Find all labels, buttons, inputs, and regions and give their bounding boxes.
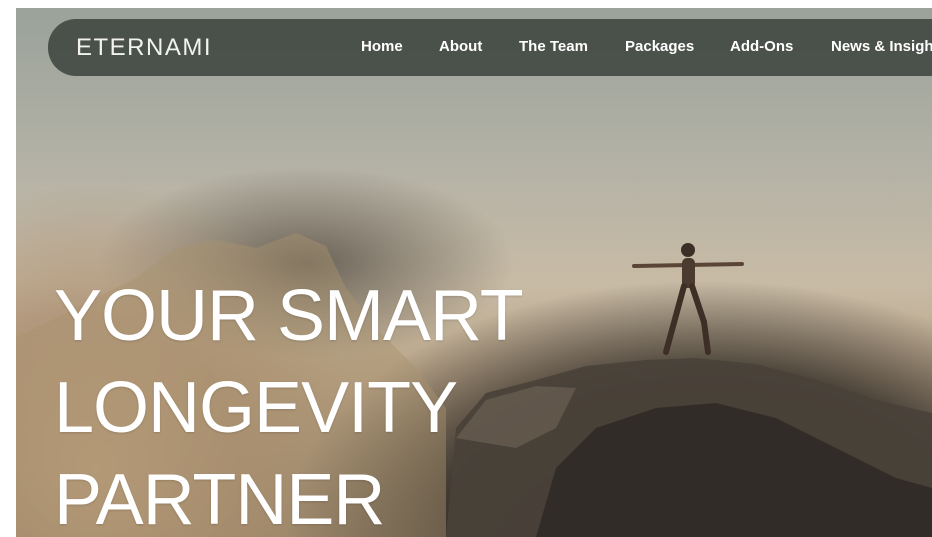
nav-item-news-insights[interactable]: News & Insights	[831, 38, 932, 55]
page-viewport: YOUR SMART LONGEVITY PARTNER ETERNAMI Ho…	[16, 8, 932, 537]
hero-heading-line-1: YOUR SMART	[54, 276, 524, 356]
nav-item-add-ons[interactable]: Add-Ons	[730, 38, 793, 55]
brand-logo[interactable]: ETERNAMI	[76, 34, 212, 62]
nav-item-home[interactable]: Home	[361, 38, 403, 55]
top-navbar: ETERNAMI Home About The Team Packages Ad…	[48, 19, 932, 76]
yoga-figure-illustration	[632, 243, 744, 355]
hero-heading-line-2: LONGEVITY	[54, 368, 458, 448]
hero-heading-line-3: PARTNER	[54, 460, 385, 537]
hero-heading: YOUR SMART LONGEVITY PARTNER	[54, 270, 524, 537]
nav-item-packages[interactable]: Packages	[625, 38, 694, 55]
nav-item-the-team[interactable]: The Team	[519, 38, 588, 55]
nav-item-about[interactable]: About	[439, 38, 482, 55]
